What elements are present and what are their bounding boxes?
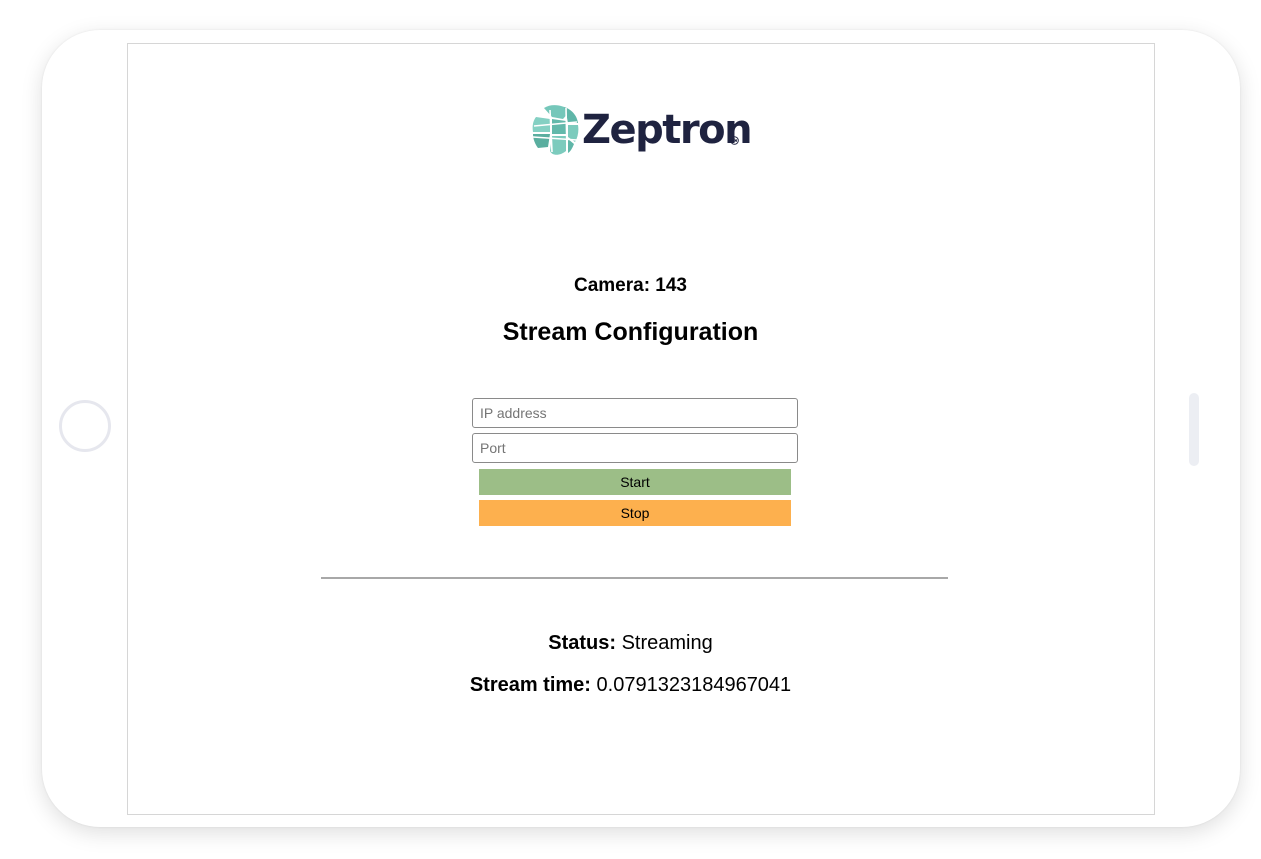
status-label: Status: xyxy=(548,632,617,654)
stream-time-line: Stream time: 0.0791323184967041 xyxy=(0,672,1261,698)
side-button[interactable] xyxy=(1189,393,1199,466)
page-title: Stream Configuration xyxy=(502,318,759,346)
camera-title: Camera: 143 xyxy=(573,275,688,296)
home-button[interactable] xyxy=(59,400,111,452)
stop-button[interactable]: Stop xyxy=(479,500,791,526)
status-line: Status: Streaming xyxy=(0,630,1261,656)
zeptron-logo: Zeptron xyxy=(530,104,753,164)
zeptron-logo-icon xyxy=(532,105,579,155)
zeptron-logo-text: Zeptron xyxy=(582,107,753,153)
stream-time-label: Stream time: xyxy=(469,674,591,696)
port-input[interactable] xyxy=(472,433,798,463)
divider xyxy=(321,577,948,579)
start-button[interactable]: Start xyxy=(479,469,791,495)
ip-address-input[interactable] xyxy=(472,398,798,428)
status-value: Streaming xyxy=(621,632,713,654)
stream-time-value: 0.0791323184967041 xyxy=(596,674,792,696)
trademark-icon xyxy=(730,136,739,145)
